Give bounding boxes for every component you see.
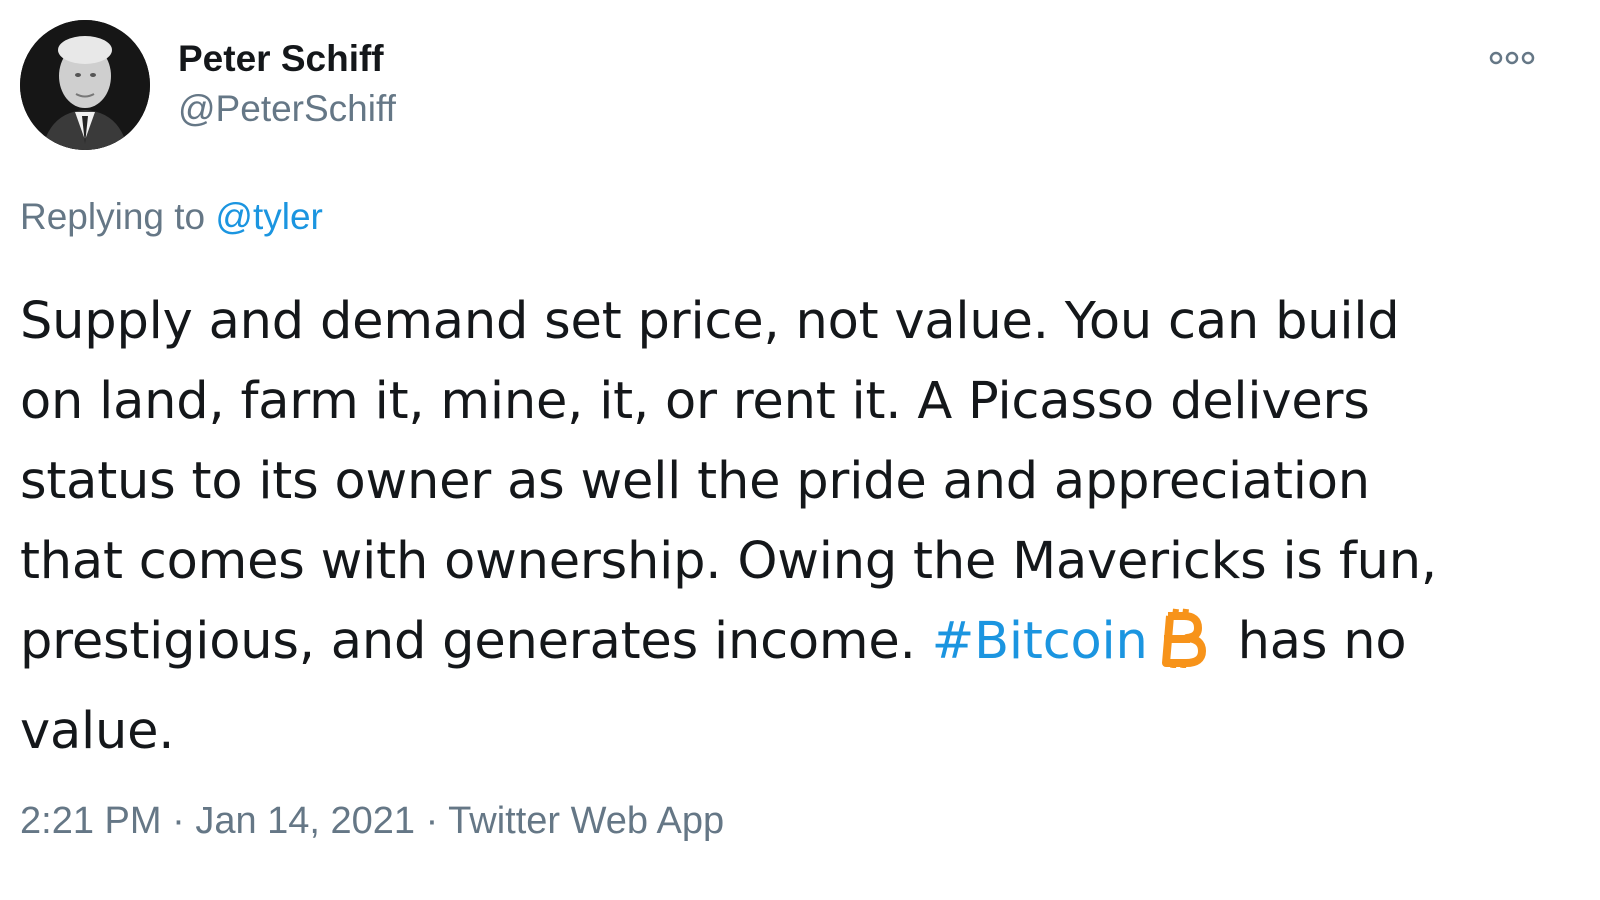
tweet-text: Supply and demand set price, not value. … <box>20 282 1560 772</box>
tweet-card: Peter Schiff @PeterSchiff Replying to @t… <box>0 0 1600 900</box>
more-options-button[interactable] <box>1482 40 1542 76</box>
meta-separator: · <box>161 800 196 842</box>
tweet-text-line: Supply and demand set price, not value. … <box>20 292 1400 351</box>
tweet-text-line: that comes with ownership. Owing the Mav… <box>20 532 1437 591</box>
tweet-text-line: status to its owner as well the pride an… <box>20 452 1370 511</box>
avatar[interactable] <box>20 20 150 150</box>
tweet-text-line: value. <box>20 702 175 761</box>
meta-separator: · <box>415 800 449 842</box>
tweet-meta: 2:21 PM · Jan 14, 2021 · Twitter Web App <box>20 800 724 843</box>
reply-mention-link[interactable]: @tyler <box>215 196 322 237</box>
tweet-text-line: prestigious, and generates income. #Bitc… <box>20 602 1560 692</box>
replying-to-label: Replying to <box>20 196 216 237</box>
tweet-time[interactable]: 2:21 PM <box>20 800 162 842</box>
tweet-text-segment: has no <box>1237 612 1407 671</box>
bitcoin-icon <box>1154 608 1208 692</box>
more-options-icon <box>1489 51 1535 65</box>
author-handle[interactable]: @PeterSchiff <box>178 88 396 130</box>
tweet-source-link[interactable]: Twitter Web App <box>448 800 724 842</box>
bitcoin-hashtag-link[interactable]: #Bitcoin <box>932 612 1148 671</box>
replying-to: Replying to @tyler <box>20 196 323 238</box>
avatar-image <box>20 20 150 150</box>
tweet-text-line: on land, farm it, mine, it, or rent it. … <box>20 372 1370 431</box>
author-name[interactable]: Peter Schiff <box>178 38 384 80</box>
tweet-date[interactable]: Jan 14, 2021 <box>195 800 415 842</box>
tweet-text-segment: prestigious, and generates income. <box>20 612 932 671</box>
